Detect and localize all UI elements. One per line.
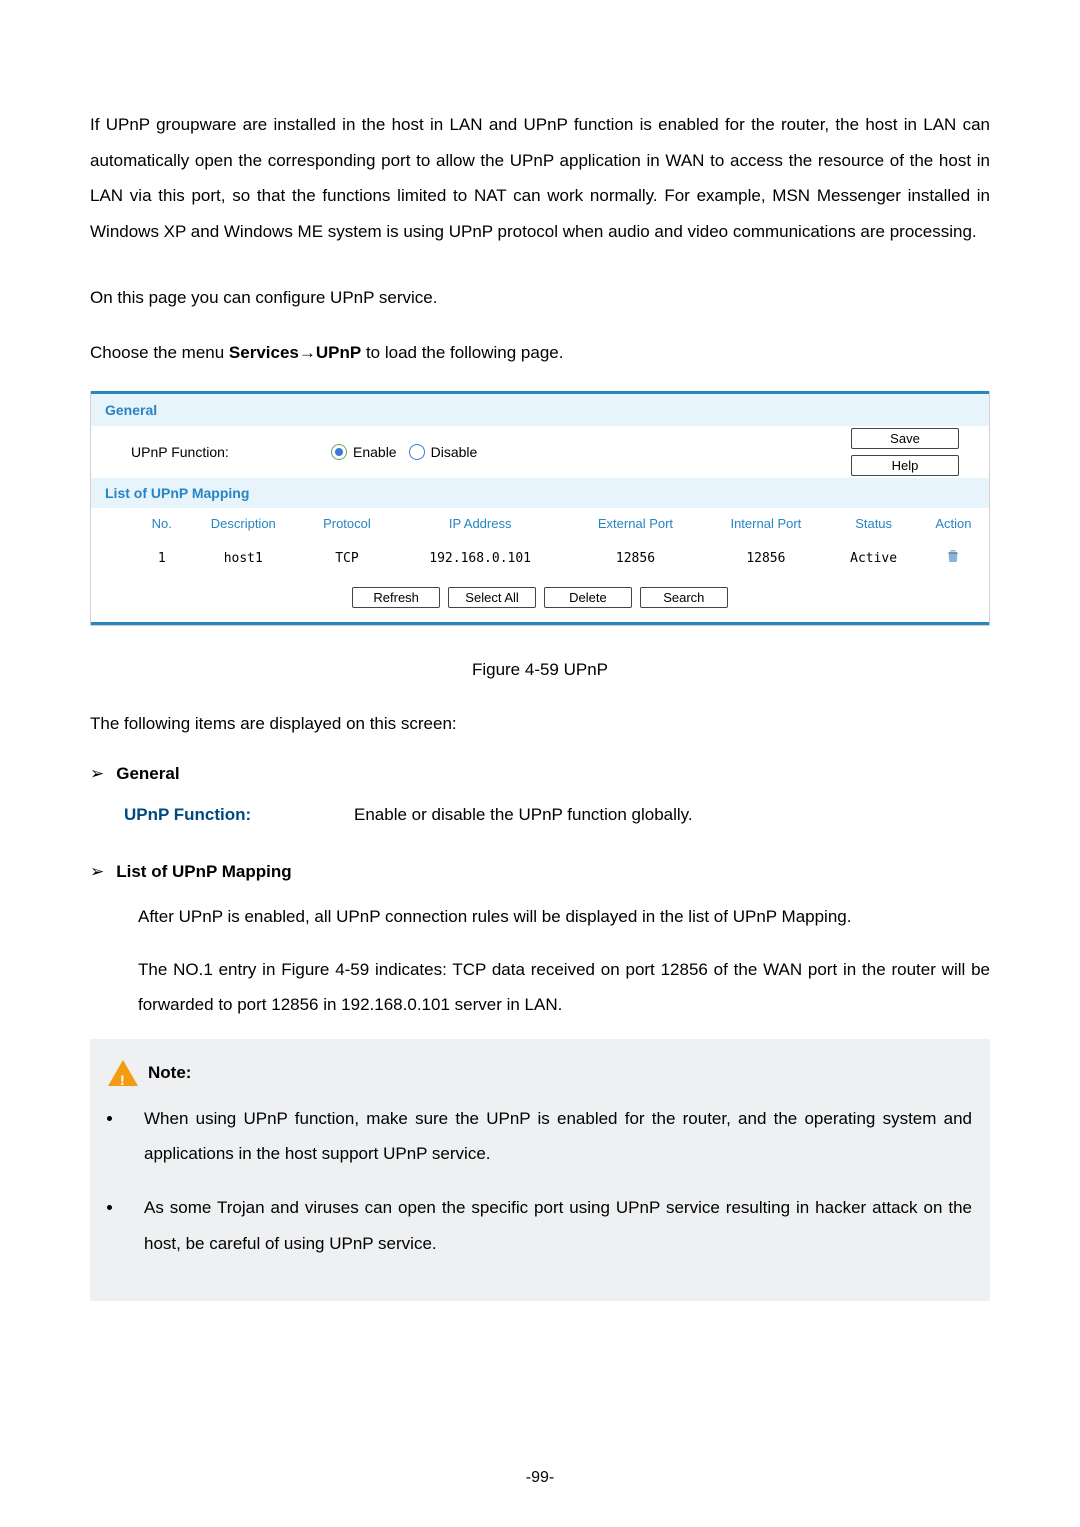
cell-ip: 192.168.0.101 [392, 539, 569, 577]
choose-menu-line: Choose the menu Services→UPnP to load th… [90, 335, 990, 371]
table-action-buttons: Refresh Select All Delete Search [91, 577, 989, 625]
disable-radio-label: Disable [431, 444, 478, 460]
th-ip-address: IP Address [392, 508, 569, 539]
warning-icon [108, 1060, 138, 1086]
choose-prefix: Choose the menu [90, 343, 229, 362]
cell-protocol: TCP [302, 539, 392, 577]
arrow-icon: ➢ [90, 862, 104, 882]
page-number: -99- [0, 1469, 1080, 1487]
table-row[interactable]: 1 host1 TCP 192.168.0.101 12856 12856 Ac… [91, 539, 989, 577]
note-label: Note: [148, 1055, 191, 1091]
following-items-text: The following items are displayed on thi… [90, 706, 990, 742]
cell-status: Active [829, 539, 918, 577]
list-paragraph-2: The NO.1 entry in Figure 4-59 indicates:… [138, 952, 990, 1023]
table-header-row: No. Description Protocol IP Address Exte… [91, 508, 989, 539]
th-external-port: External Port [569, 508, 703, 539]
radio-empty-icon [409, 444, 425, 460]
cell-action [918, 539, 989, 577]
th-protocol: Protocol [302, 508, 392, 539]
search-button[interactable]: Search [640, 587, 728, 608]
upnp-function-field-label: UPnP Function: [124, 798, 354, 832]
th-description: Description [184, 508, 302, 539]
list-heading: ➢ List of UPnP Mapping [90, 862, 990, 882]
upnp-function-field-desc: Enable or disable the UPnP function glob… [354, 798, 693, 832]
cell-description: host1 [184, 539, 302, 577]
cell-internal-port: 12856 [702, 539, 829, 577]
th-status: Status [829, 508, 918, 539]
list-section-header: List of UPnP Mapping [91, 478, 989, 508]
trash-icon[interactable] [944, 554, 962, 569]
arrow-icon: ➢ [90, 764, 104, 784]
general-heading-label: General [116, 764, 179, 783]
upnp-config-panel: General UPnP Function: Enable Disable Sa… [90, 391, 990, 626]
choose-menu-bold: Services→UPnP [229, 343, 361, 362]
cell-external-port: 12856 [569, 539, 703, 577]
upnp-mapping-table: No. Description Protocol IP Address Exte… [91, 508, 989, 577]
general-heading: ➢ General [90, 764, 990, 784]
upnp-function-label: UPnP Function: [131, 444, 331, 460]
th-internal-port: Internal Port [702, 508, 829, 539]
select-all-button[interactable]: Select All [448, 587, 536, 608]
delete-button[interactable]: Delete [544, 587, 632, 608]
choose-suffix: to load the following page. [361, 343, 563, 362]
th-action: Action [918, 508, 989, 539]
refresh-button[interactable]: Refresh [352, 587, 440, 608]
radio-checked-icon [331, 444, 347, 460]
list-heading-label: List of UPnP Mapping [116, 862, 291, 881]
enable-radio[interactable]: Enable [331, 444, 397, 460]
list-paragraph-1: After UPnP is enabled, all UPnP connecti… [138, 899, 990, 935]
note-item-1: When using UPnP function, make sure the … [124, 1101, 972, 1172]
cell-no: 1 [139, 539, 184, 577]
general-section-header: General [91, 391, 989, 426]
th-no: No. [139, 508, 184, 539]
disable-radio[interactable]: Disable [409, 444, 478, 460]
enable-radio-label: Enable [353, 444, 397, 460]
help-button[interactable]: Help [851, 455, 959, 476]
config-paragraph: On this page you can configure UPnP serv… [90, 280, 990, 316]
intro-paragraph: If UPnP groupware are installed in the h… [90, 107, 990, 250]
note-item-2: As some Trojan and viruses can open the … [124, 1190, 972, 1261]
note-box: Note: When using UPnP function, make sur… [90, 1039, 990, 1301]
save-button[interactable]: Save [851, 428, 959, 449]
figure-caption: Figure 4-59 UPnP [90, 660, 990, 680]
